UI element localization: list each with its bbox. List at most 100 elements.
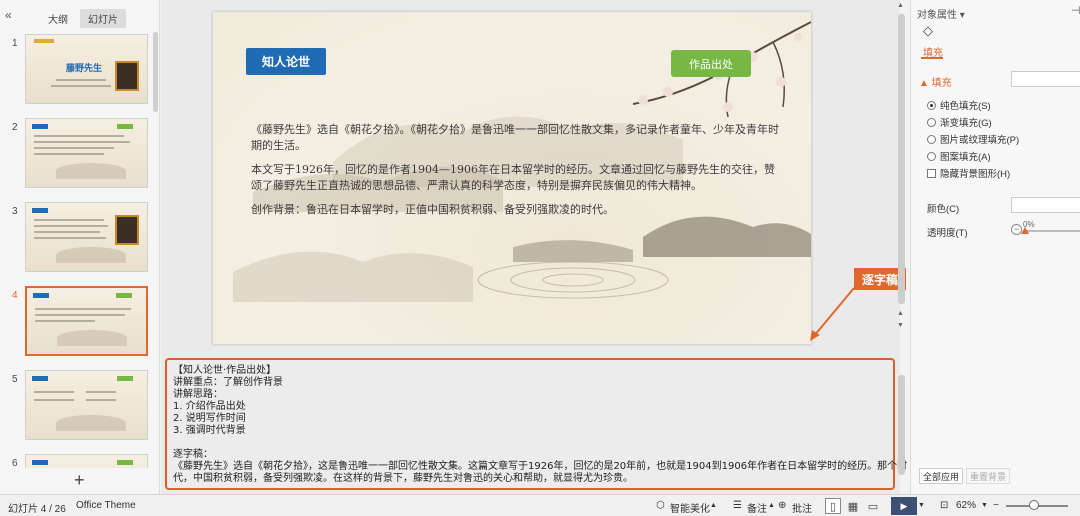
slide-number: 6 <box>12 458 18 468</box>
thumbnail-scrollbar[interactable] <box>153 32 158 112</box>
slide-thumbnail[interactable] <box>25 118 148 188</box>
thumb-title-badge <box>32 124 48 129</box>
normal-view-icon[interactable]: ▯ <box>825 498 841 514</box>
color-picker[interactable] <box>1011 197 1080 213</box>
option-hide-background-graphics[interactable]: 隐藏背景图形(H) <box>927 166 1010 180</box>
slide-thumbnail-row[interactable]: 6 <box>0 454 152 468</box>
slide-thumbnail[interactable]: 藤野先生 <box>25 34 148 104</box>
notes-line: 3. 强调时代背景 <box>173 425 246 436</box>
option-label: 图案填充(A) <box>940 152 991 163</box>
thumb-text-line <box>86 399 116 401</box>
tab-outline[interactable]: 大纲 <box>40 9 76 28</box>
thumb-portrait-image <box>115 215 139 245</box>
add-slide-icon[interactable]: + <box>74 470 85 491</box>
notes-button[interactable]: 备注 <box>747 500 767 515</box>
slide-number-current: 4 <box>12 290 18 301</box>
opacity-slider[interactable] <box>1025 230 1080 232</box>
comments-button[interactable]: 批注 <box>792 500 812 515</box>
zoom-out-icon[interactable]: − <box>993 500 999 511</box>
option-pattern-fill[interactable]: 图案填充(A) <box>927 149 991 163</box>
option-solid-fill[interactable]: 纯色填充(S) <box>927 98 991 112</box>
thumb-title-badge <box>32 208 48 213</box>
slide-title-badge[interactable]: 知人论世 <box>246 48 326 75</box>
option-gradient-fill[interactable]: 渐变填充(G) <box>927 115 992 129</box>
radio-icon[interactable] <box>927 134 936 144</box>
thumb-mountain-art <box>56 247 126 263</box>
apply-all-button[interactable]: 全部应用 <box>919 468 963 484</box>
opacity-label: 透明度(T) <box>927 228 968 239</box>
slide-canvas[interactable]: 知人论世 作品出处 《藤野先生》选自《朝花夕拾》。《朝花夕拾》是鲁迅唯一一部回忆… <box>213 12 811 344</box>
chevron-down-icon[interactable]: ▼ <box>918 502 925 509</box>
thumb-text-line <box>34 391 74 393</box>
smart-beautify-button[interactable]: 智能美化 <box>670 500 710 515</box>
slide-paragraph-1[interactable]: 《藤野先生》选自《朝花夕拾》。《朝花夕拾》是鲁迅唯一一部回忆性散文集，多记录作者… <box>251 122 781 154</box>
panel-title[interactable]: 对象属性 ▾ <box>917 6 965 21</box>
option-label: 纯色填充(S) <box>940 101 991 112</box>
beautify-icon[interactable]: ⬡ <box>656 500 665 511</box>
paint-bucket-icon[interactable]: ◇ <box>923 23 933 39</box>
notes-line: 讲解重点：了解创作背景 <box>173 377 283 388</box>
slide-paragraph-2[interactable]: 本文写于1926年，回忆的是作者1904—1906年在日本留学时的经历。文章通过… <box>251 162 781 194</box>
slide-thumbnail[interactable] <box>25 202 148 272</box>
thumb-mountain-art <box>56 163 126 179</box>
reset-background-button[interactable]: 重置背景 <box>966 468 1010 484</box>
notes-line: 《藤野先生》选自《朝花夕拾》，这是鲁迅唯一一部回忆性散文集。这篇文章写于1926… <box>173 461 908 472</box>
option-picture-fill[interactable]: 图片或纹理填充(P) <box>927 132 1019 146</box>
notes-line: 【知人论世·作品出处】 <box>173 365 277 376</box>
collapse-panel-icon[interactable]: « <box>5 8 12 22</box>
slide-thumbnail-row[interactable]: 3 <box>0 202 152 274</box>
slide-tag-badge[interactable]: 作品出处 <box>671 50 751 77</box>
grid-view-icon[interactable]: ▦ <box>845 498 861 514</box>
editor-scroll-thumb[interactable] <box>898 14 905 304</box>
play-slideshow-button[interactable]: ▶ <box>891 497 917 515</box>
slide-thumbnail-row-current[interactable]: 4 <box>0 286 152 358</box>
slide-counter: 幻灯片 4 / 26 <box>8 504 66 515</box>
thumb-text-line <box>86 391 116 393</box>
chevron-down-icon[interactable]: ▼ <box>981 502 988 509</box>
chevron-up-icon[interactable]: ▲ <box>768 502 775 509</box>
scroll-up-icon[interactable]: ▲ <box>897 2 904 9</box>
slide-thumbnail-row[interactable]: 5 <box>0 370 152 442</box>
fill-section-header[interactable]: ▲ 填充 <box>919 74 952 89</box>
zoom-slider-thumb[interactable] <box>1029 500 1039 510</box>
tab-slides[interactable]: 幻灯片 <box>80 9 126 28</box>
option-label: 渐变填充(G) <box>940 118 992 129</box>
comment-icon[interactable]: ⊕ <box>778 500 786 511</box>
scroll-up-icon[interactable]: ▲ <box>897 310 904 317</box>
radio-icon[interactable] <box>927 117 936 127</box>
thumb-text-line <box>51 85 111 87</box>
radio-icon[interactable] <box>927 100 936 110</box>
speaker-notes-pane[interactable]: 【知人论世·作品出处】 讲解重点：了解创作背景 讲解思路： 1. 介绍作品出处 … <box>165 358 908 490</box>
scroll-down-icon[interactable]: ▼ <box>897 322 904 329</box>
radio-icon[interactable] <box>927 151 936 161</box>
opacity-slider-thumb[interactable] <box>1021 227 1029 234</box>
thumb-text-line <box>34 135 124 137</box>
presentation-app: « 大纲 幻灯片 1 藤野先生 2 3 4 5 6 + 知人论世 作品出处 《藤… <box>0 0 1080 516</box>
notes-scroll-thumb[interactable] <box>898 375 905 475</box>
thumb-tag-badge <box>117 376 133 381</box>
slide-thumbnail[interactable] <box>25 454 148 468</box>
slide-paragraph-3[interactable]: 创作背景：鲁迅在日本留学时，正值中国积贫积弱、备受列强欺凌的时代。 <box>251 202 781 218</box>
notes-line: 代，中国积贫积弱，备受列强欺凌。在这样的背景下，藤野先生对鲁迅的关心和帮助，就显… <box>173 473 633 484</box>
slide-thumbnail-row[interactable]: 1 藤野先生 <box>0 34 152 106</box>
notes-icon[interactable]: ☰ <box>733 500 742 511</box>
checkbox-icon[interactable] <box>927 168 936 178</box>
fit-window-icon[interactable]: ⊡ <box>940 500 948 511</box>
active-tab-indicator <box>921 57 943 59</box>
editor-scrollbar[interactable]: ▲ ▲ ▼ <box>895 0 907 494</box>
pin-icon[interactable]: ⊣ <box>1071 4 1080 17</box>
slide-number: 1 <box>12 38 18 49</box>
thumb-decoration <box>34 39 54 43</box>
slide-thumbnail-row[interactable]: 2 <box>0 118 152 190</box>
slide-thumbnail-current[interactable] <box>25 286 148 356</box>
notes-line <box>173 437 887 449</box>
thumb-text-line <box>34 237 106 239</box>
thumb-text-line <box>34 147 114 149</box>
theme-name[interactable]: Office Theme <box>76 500 136 511</box>
reading-view-icon[interactable]: ▭ <box>865 498 881 514</box>
fill-preset-select[interactable] <box>1011 71 1080 87</box>
chevron-up-icon[interactable]: ▲ <box>710 502 717 509</box>
notes-line: 逐字稿： <box>173 449 213 460</box>
slide-thumbnail[interactable] <box>25 370 148 440</box>
zoom-level[interactable]: 62% <box>956 500 976 511</box>
